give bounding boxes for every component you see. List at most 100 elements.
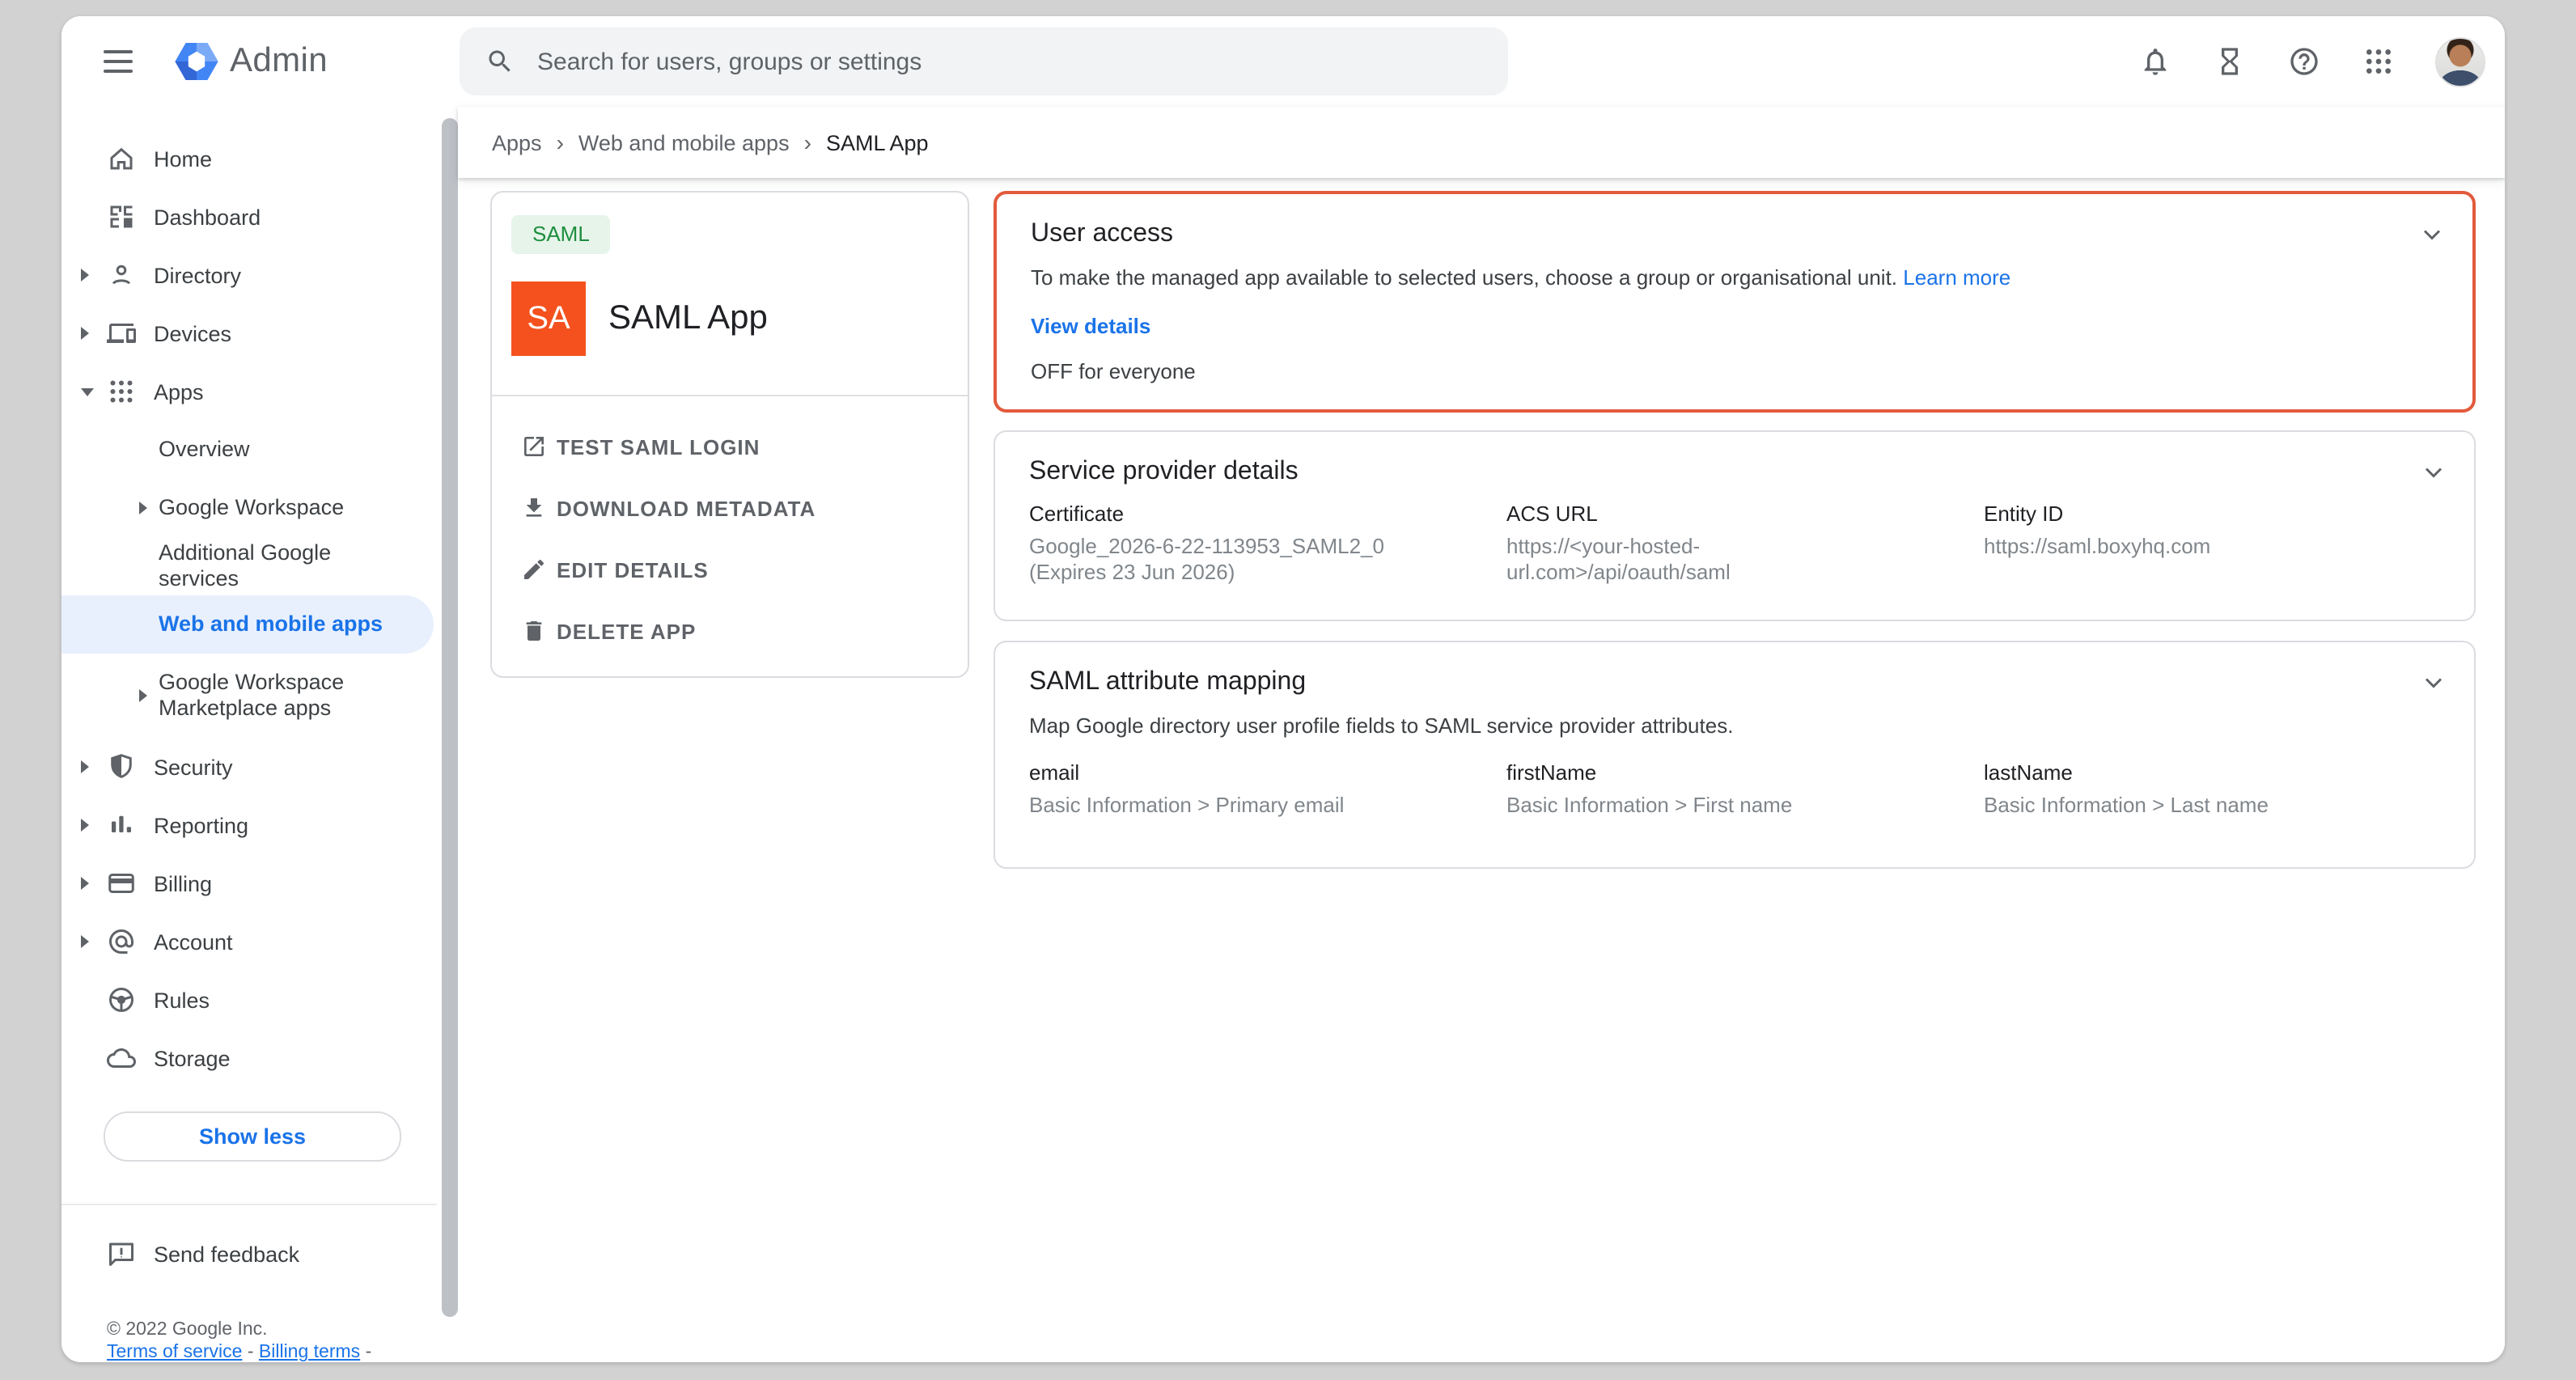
chevron-down-icon[interactable] xyxy=(2419,458,2448,487)
breadcrumb-separator: › xyxy=(557,129,564,155)
sidebar-divider xyxy=(61,1204,437,1205)
service-provider-title: Service provider details xyxy=(995,432,2474,490)
sidebar-item-marketplace-apps[interactable]: Google Workspace Marketplace apps xyxy=(61,654,458,738)
delete-app-button[interactable]: DELETE APP xyxy=(492,600,968,662)
breadcrumb-current-page: SAML App xyxy=(826,130,929,155)
apps-grid-icon xyxy=(107,377,136,406)
saml-attribute-mapping-card[interactable]: SAML attribute mapping Map Google direct… xyxy=(994,641,2476,869)
expand-arrow-icon[interactable] xyxy=(81,327,89,340)
acs-url-field: ACS URL https://<your-hosted-url.com>/ap… xyxy=(1506,500,1984,586)
download-metadata-button[interactable]: DOWNLOAD METADATA xyxy=(492,477,968,539)
service-provider-details-card[interactable]: Service provider details Certificate Goo… xyxy=(994,430,2476,621)
sidebar-item-dashboard[interactable]: Dashboard xyxy=(61,188,458,246)
dashboard-icon xyxy=(107,202,136,231)
sidebar-item-devices[interactable]: Devices xyxy=(61,304,458,362)
user-access-title: User access xyxy=(997,194,2472,252)
hourglass-icon[interactable] xyxy=(2212,44,2248,79)
pencil-icon xyxy=(519,555,549,584)
user-access-description: To make the managed app available to sel… xyxy=(997,252,2472,294)
terms-of-service-link[interactable]: Terms of service xyxy=(107,1343,242,1362)
app-name: SAML App xyxy=(608,299,768,338)
download-icon xyxy=(519,493,549,523)
email-mapping-field: email Basic Information > Primary email xyxy=(1029,759,1506,819)
app-avatar: SA xyxy=(511,282,586,356)
breadcrumb-web-and-mobile-apps[interactable]: Web and mobile apps xyxy=(578,130,790,155)
sidebar-item-additional-google-services[interactable]: Additional Google services xyxy=(61,537,458,595)
help-icon[interactable] xyxy=(2286,44,2322,79)
product-name: Admin xyxy=(230,42,328,81)
home-icon xyxy=(107,144,136,173)
copyright-text: © 2022 Google Inc. xyxy=(107,1320,268,1340)
expand-arrow-icon[interactable] xyxy=(81,760,89,773)
app-grid-icon[interactable] xyxy=(2361,44,2396,79)
credit-card-icon xyxy=(107,869,136,898)
breadcrumb: Apps › Web and mobile apps › SAML App xyxy=(458,107,2505,178)
top-bar: Admin xyxy=(61,16,2505,107)
test-saml-login-button[interactable]: TEST SAML LOGIN xyxy=(492,416,968,477)
view-details-link[interactable]: View details xyxy=(997,294,2472,343)
chevron-down-icon[interactable] xyxy=(2417,220,2447,249)
expand-arrow-icon[interactable] xyxy=(81,935,89,948)
at-sign-icon xyxy=(107,927,136,956)
user-access-status: OFF for everyone xyxy=(997,343,2472,388)
search-bar[interactable] xyxy=(460,28,1508,95)
user-access-card[interactable]: User access To make the managed app avai… xyxy=(994,191,2476,413)
screen: Admin xyxy=(0,0,2576,1380)
entity-id-field: Entity ID https://saml.boxyhq.com xyxy=(1984,500,2442,586)
feedback-icon xyxy=(107,1239,136,1268)
attribute-mapping-title: SAML attribute mapping xyxy=(995,642,2474,701)
sidebar-item-reporting[interactable]: Reporting xyxy=(61,796,458,854)
expand-arrow-icon[interactable] xyxy=(81,877,89,890)
search-input[interactable] xyxy=(534,46,1349,77)
sidebar-item-billing[interactable]: Billing xyxy=(61,854,458,912)
lastname-mapping-field: lastName Basic Information > Last name xyxy=(1984,759,2442,819)
firstname-mapping-field: firstName Basic Information > First name xyxy=(1506,759,1984,819)
sidebar-item-home[interactable]: Home xyxy=(61,129,458,188)
expand-arrow-icon[interactable] xyxy=(139,502,147,514)
sidebar-item-directory[interactable]: Directory xyxy=(61,246,458,304)
open-in-new-icon xyxy=(519,432,549,461)
expand-arrow-icon[interactable] xyxy=(139,689,147,702)
vertical-scrollbar[interactable] xyxy=(442,118,458,1317)
sidebar-item-web-and-mobile-apps[interactable]: Web and mobile apps xyxy=(61,595,434,654)
sidebar-item-storage[interactable]: Storage xyxy=(61,1029,458,1087)
chevron-down-icon[interactable] xyxy=(2419,668,2448,697)
bar-chart-icon xyxy=(107,811,136,840)
user-avatar[interactable] xyxy=(2435,36,2485,87)
app-summary-panel: SAML SA SAML App TEST SAML LOGIN xyxy=(490,191,969,678)
main-content: Apps › Web and mobile apps › SAML App SA… xyxy=(458,107,2505,1362)
legal-links: Terms of service - Billing terms - xyxy=(107,1343,371,1362)
person-icon xyxy=(107,260,136,290)
sidebar-nav: Home Dashboard Directory xyxy=(61,107,458,1362)
learn-more-link[interactable]: Learn more xyxy=(1903,265,2010,290)
devices-icon xyxy=(107,319,136,348)
sidebar-item-google-workspace[interactable]: Google Workspace xyxy=(61,479,458,537)
sidebar-item-rules[interactable]: Rules xyxy=(61,971,458,1029)
sidebar-item-overview[interactable]: Overview xyxy=(61,421,458,479)
admin-console-window: Admin xyxy=(61,16,2505,1362)
wheel-icon xyxy=(107,985,136,1014)
saml-type-badge: SAML xyxy=(511,215,611,254)
certificate-field: Certificate Google_2026-6-22-113953_SAML… xyxy=(1029,500,1506,586)
collapse-arrow-icon[interactable] xyxy=(81,387,94,396)
sidebar-item-apps[interactable]: Apps xyxy=(61,362,458,421)
send-feedback-button[interactable]: Send feedback xyxy=(81,1225,299,1283)
expand-arrow-icon[interactable] xyxy=(81,819,89,832)
google-admin-logo[interactable]: Admin xyxy=(175,42,328,81)
show-less-button[interactable]: Show less xyxy=(104,1111,401,1162)
breadcrumb-separator: › xyxy=(804,129,811,155)
search-icon xyxy=(485,47,515,76)
top-bar-actions xyxy=(2137,16,2485,107)
shield-icon xyxy=(107,752,136,781)
attribute-mapping-description: Map Google directory user profile fields… xyxy=(995,701,2474,743)
breadcrumb-apps[interactable]: Apps xyxy=(492,130,542,155)
expand-arrow-icon[interactable] xyxy=(81,269,89,282)
billing-terms-link[interactable]: Billing terms xyxy=(259,1343,360,1362)
sidebar-item-account[interactable]: Account xyxy=(61,912,458,971)
trash-icon xyxy=(519,616,549,646)
notifications-bell-icon[interactable] xyxy=(2137,44,2173,79)
cloud-icon xyxy=(107,1043,136,1073)
edit-details-button[interactable]: EDIT DETAILS xyxy=(492,539,968,600)
menu-icon[interactable] xyxy=(104,50,133,73)
sidebar-item-security[interactable]: Security xyxy=(61,738,458,796)
